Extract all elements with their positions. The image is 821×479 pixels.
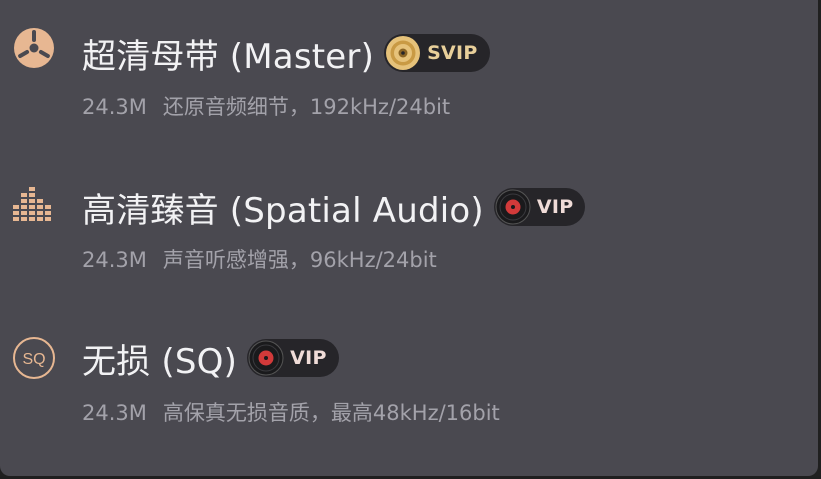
master-reel-icon xyxy=(11,25,57,71)
file-size: 24.3M xyxy=(82,248,147,272)
vinyl-record-icon xyxy=(248,340,284,376)
quality-option-spatial-audio[interactable]: 高清臻音 (Spatial Audio) VIP 24.3M 声音听感增强，96k… xyxy=(0,155,818,275)
gold-disc-icon xyxy=(385,35,421,71)
option-description: 24.3M 声音听感增强，96kHz/24bit xyxy=(82,244,437,274)
vip-badge: VIP xyxy=(247,339,339,377)
file-size: 24.3M xyxy=(82,401,147,425)
sq-circle-icon: SQ xyxy=(11,335,57,381)
quality-menu-panel: 超清母带 (Master) SVIP 24.3M 还原音频细节，192kHz/24… xyxy=(0,0,818,476)
option-description: 24.3M 还原音频细节，192kHz/24bit xyxy=(82,91,450,121)
spatial-bars-icon xyxy=(11,181,57,227)
sq-icon-text: SQ xyxy=(22,351,45,368)
option-title: 高清臻音 (Spatial Audio) xyxy=(82,190,484,231)
quality-option-sq[interactable]: SQ 无损 (SQ) VIP 24.3M 高保真无损音质，最高48kHz/16bi… xyxy=(0,308,818,428)
quality-detail: 还原音频细节，192kHz/24bit xyxy=(162,95,451,119)
option-title: 无损 (SQ) xyxy=(82,341,238,382)
badge-label: VIP xyxy=(536,196,574,218)
file-size: 24.3M xyxy=(82,95,147,119)
badge-label: SVIP xyxy=(427,42,478,64)
quality-detail: 声音听感增强，96kHz/24bit xyxy=(162,248,437,272)
quality-detail: 高保真无损音质，最高48kHz/16bit xyxy=(162,401,500,425)
quality-option-master[interactable]: 超清母带 (Master) SVIP 24.3M 还原音频细节，192kHz/24… xyxy=(0,0,818,120)
badge-label: VIP xyxy=(290,347,327,369)
svip-badge: SVIP xyxy=(384,34,490,72)
option-title: 超清母带 (Master) xyxy=(82,36,375,77)
vip-badge: VIP xyxy=(493,188,586,226)
vinyl-record-icon xyxy=(495,189,531,225)
option-description: 24.3M 高保真无损音质，最高48kHz/16bit xyxy=(82,397,500,427)
